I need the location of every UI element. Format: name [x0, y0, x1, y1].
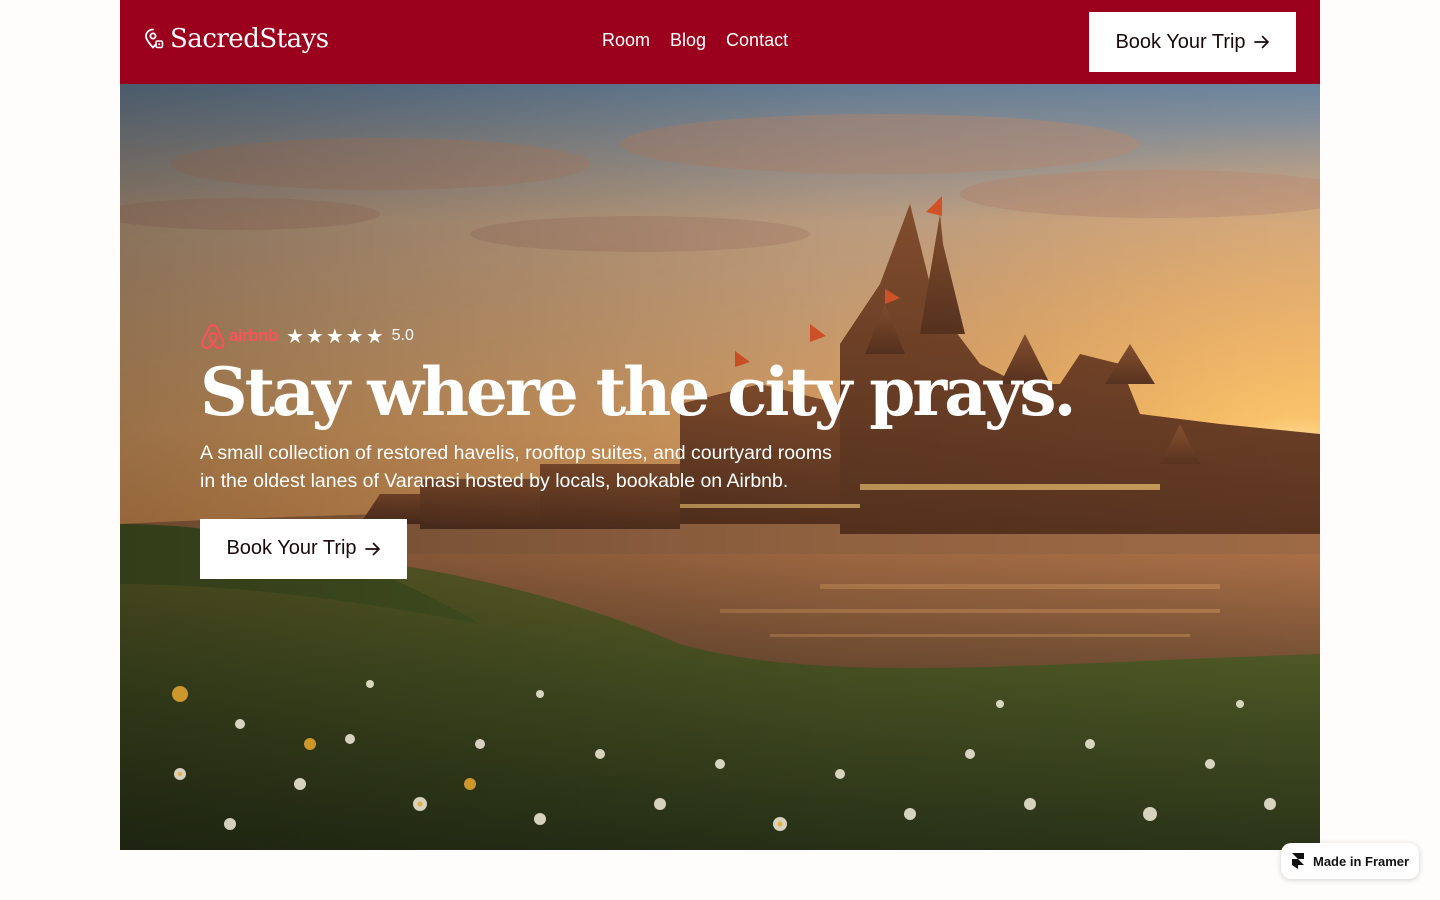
page-frame: SacredStays Room Blog Contact Book Your … [120, 0, 1320, 850]
star-icon: ★ [305, 325, 324, 348]
nav-link-blog[interactable]: Blog [670, 30, 706, 51]
rating-score: 5.0 [391, 327, 414, 344]
header-book-trip-button[interactable]: Book Your Trip [1089, 12, 1296, 72]
airbnb-wordmark: airbnb [229, 326, 278, 345]
star-icon: ★ [345, 325, 364, 348]
brand-name: SacredStays [170, 24, 329, 54]
hero-headline: Stay where the city prays. [200, 353, 1076, 431]
star-rating: ★ ★ ★ ★ ★ [286, 324, 384, 349]
airbnb-logo: airbnb [200, 322, 278, 350]
made-in-framer-badge[interactable]: Made in Framer [1281, 843, 1419, 879]
airbnb-icon [201, 323, 225, 350]
made-in-framer-label: Made in Framer [1313, 853, 1410, 869]
arrow-right-icon [364, 542, 380, 555]
hero-content: airbnb ★ ★ ★ ★ ★ 5.0 Stay where the city… [200, 322, 1076, 579]
arrow-right-icon [1253, 35, 1269, 49]
hero-section: airbnb ★ ★ ★ ★ ★ 5.0 Stay where the city… [120, 84, 1320, 850]
star-icon: ★ [325, 325, 344, 348]
top-navbar: SacredStays Room Blog Contact Book Your … [120, 0, 1320, 84]
hero-book-trip-label: Book Your Trip [226, 537, 357, 560]
star-icon: ★ [365, 325, 384, 348]
nav-link-contact[interactable]: Contact [726, 30, 788, 51]
airbnb-rating: airbnb ★ ★ ★ ★ ★ 5.0 [200, 322, 860, 350]
nav-link-room[interactable]: Room [602, 30, 650, 51]
hero-subtext: A small collection of restored havelis, … [200, 441, 832, 492]
brand-logo[interactable]: SacredStays [144, 24, 329, 54]
framer-logo-icon [1292, 853, 1304, 869]
location-pin-icon [145, 28, 164, 49]
hero-book-trip-button[interactable]: Book Your Trip [200, 518, 407, 579]
main-nav: Room Blog Contact [602, 30, 788, 51]
star-icon: ★ [285, 325, 304, 348]
header-book-trip-label: Book Your Trip [1115, 30, 1246, 53]
